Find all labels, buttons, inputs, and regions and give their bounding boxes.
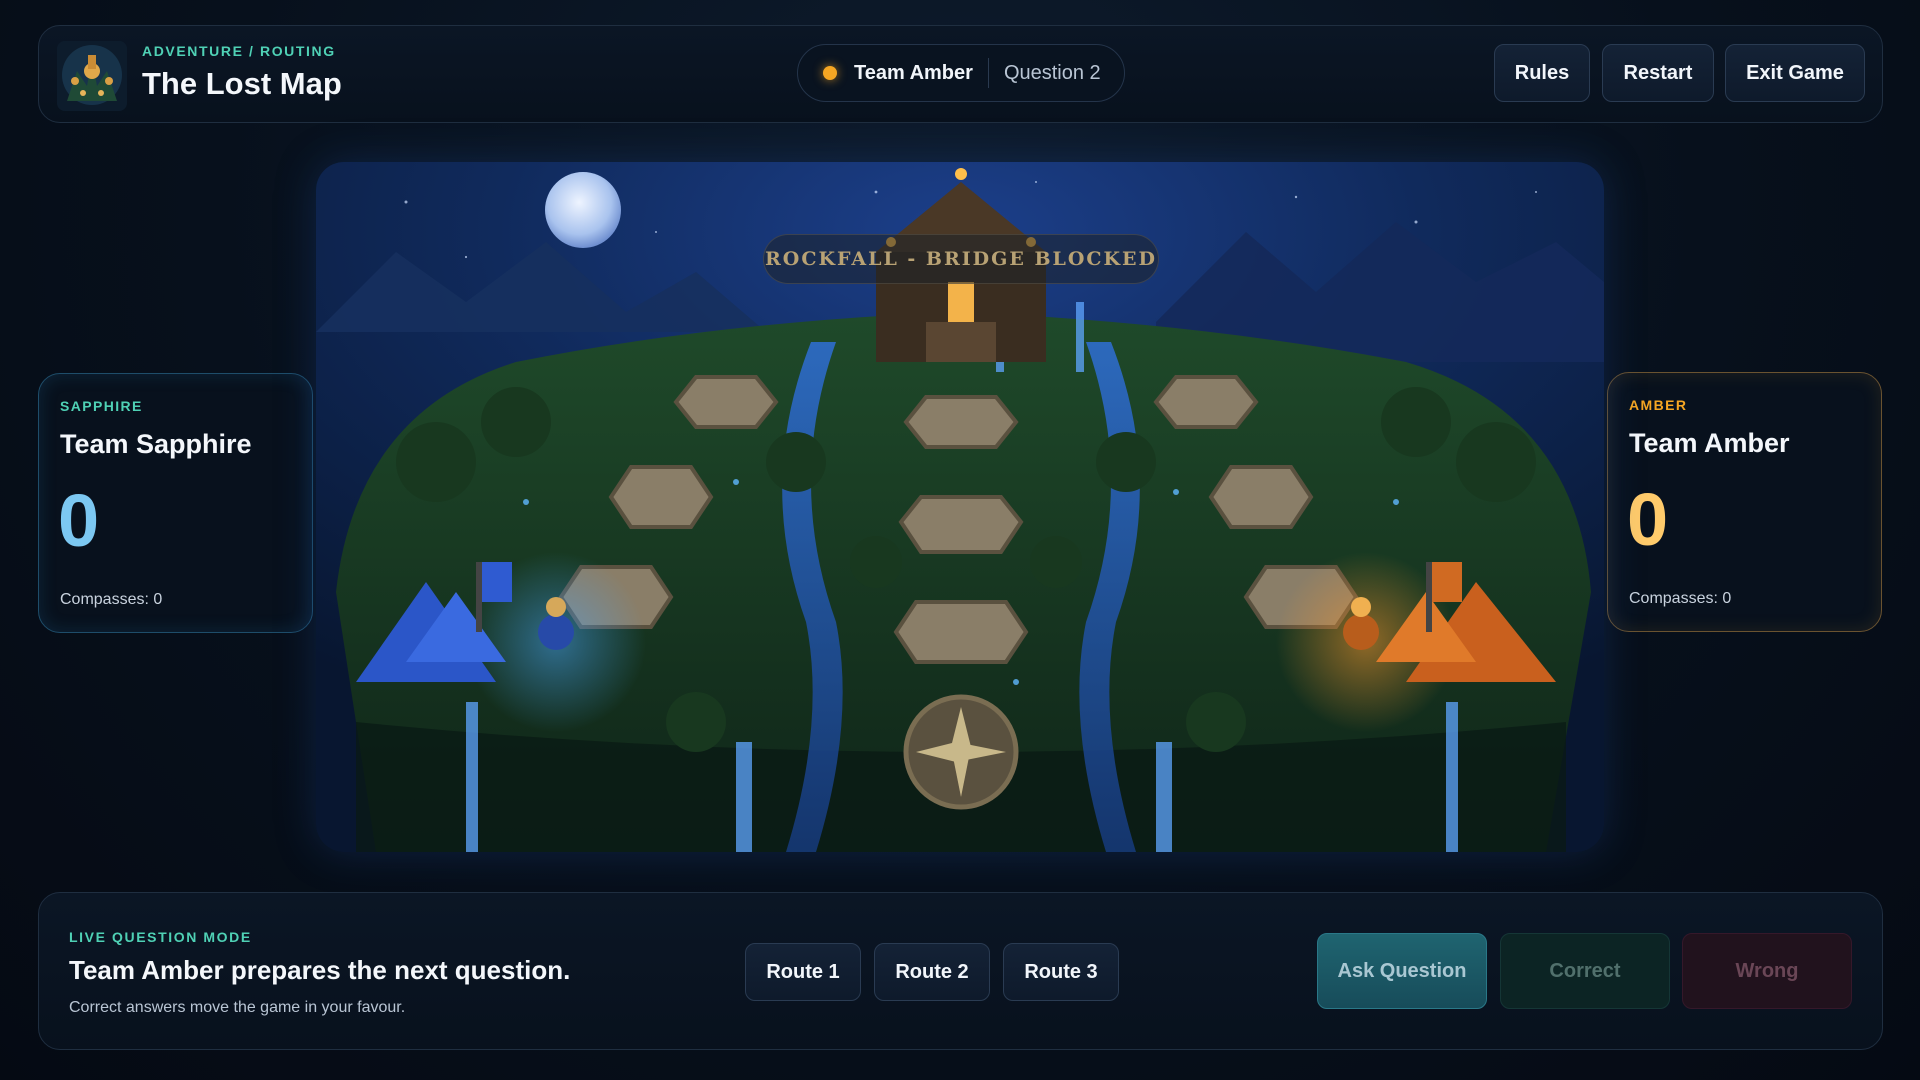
team-score: 0 (1627, 478, 1669, 561)
divider (987, 58, 989, 88)
restart-button[interactable]: Restart (1602, 44, 1714, 102)
team-score: 0 (58, 479, 100, 562)
question-control-bar: LIVE QUESTION MODE Team Amber prepares t… (38, 892, 1883, 1050)
route-2-button[interactable]: Route 2 (874, 943, 990, 1001)
team-sapphire-panel: SAPPHIRE Team Sapphire 0 Compasses: 0 (38, 373, 313, 633)
mode-label: LIVE QUESTION MODE (69, 929, 252, 945)
team-tag: SAPPHIRE (60, 398, 143, 414)
status-message: Team Amber prepares the next question. (69, 955, 571, 985)
status-hint: Correct answers move the game in your fa… (69, 999, 406, 1016)
active-team-dot (823, 66, 837, 80)
game-logo (57, 41, 127, 111)
game-map: ROCKFALL - BRIDGE BLOCKED (316, 162, 1604, 852)
active-team-name: Team Amber (854, 61, 973, 84)
wrong-button[interactable]: Wrong (1682, 933, 1852, 1009)
rules-button[interactable]: Rules (1494, 44, 1590, 102)
game-category: ADVENTURE / ROUTING (142, 43, 336, 59)
correct-button[interactable]: Correct (1500, 933, 1670, 1009)
question-counter: Question 2 (1003, 61, 1101, 84)
team-name: Team Amber (1629, 428, 1790, 458)
compass-count: Compasses: 0 (60, 591, 163, 608)
top-bar: ADVENTURE / ROUTING The Lost Map Team Am… (38, 25, 1883, 123)
route-3-button[interactable]: Route 3 (1003, 943, 1119, 1001)
exit-game-button[interactable]: Exit Game (1725, 44, 1865, 102)
team-amber-panel: AMBER Team Amber 0 Compasses: 0 (1607, 372, 1882, 632)
game-title: The Lost Map (142, 66, 342, 101)
map-event-banner: ROCKFALL - BRIDGE BLOCKED (763, 234, 1159, 284)
team-name: Team Sapphire (60, 429, 252, 459)
compass-count: Compasses: 0 (1629, 590, 1732, 607)
team-tag: AMBER (1629, 397, 1688, 413)
turn-indicator: Team Amber Question 2 (797, 44, 1125, 102)
route-1-button[interactable]: Route 1 (745, 943, 861, 1001)
ask-question-button[interactable]: Ask Question (1317, 933, 1487, 1009)
